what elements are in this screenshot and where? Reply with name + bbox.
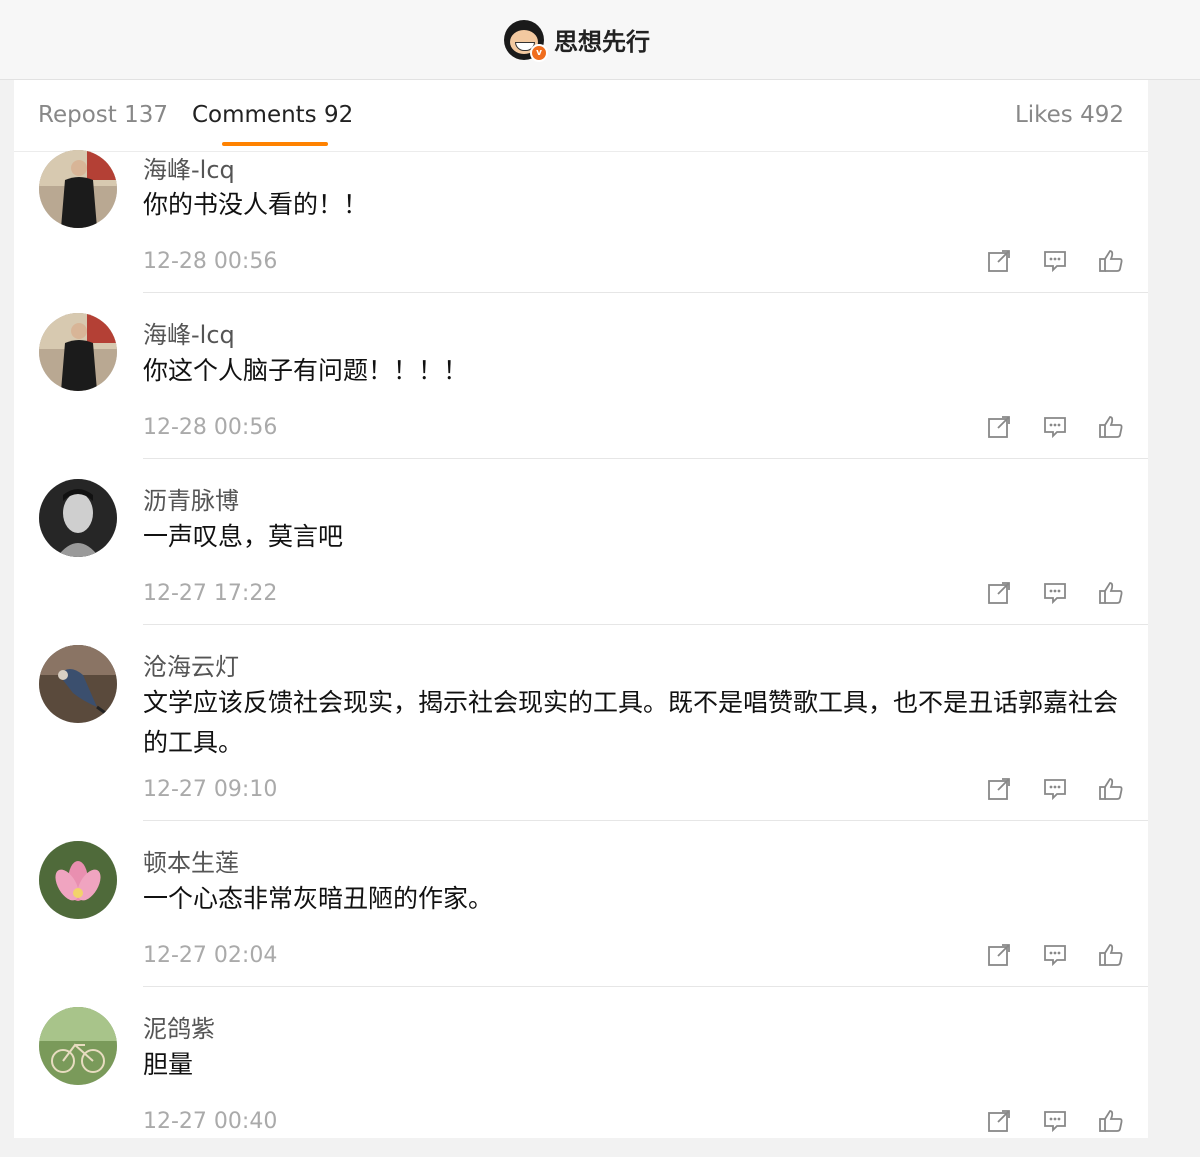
thumbs-up-icon[interactable] — [1098, 580, 1124, 606]
comment-time: 12-27 02:04 — [143, 943, 278, 968]
account-avatar[interactable]: v — [504, 19, 548, 62]
comment-text: 一个心态非常灰暗丑陋的作家。 — [143, 884, 494, 913]
comment-time: 12-27 17:22 — [143, 581, 278, 606]
share-icon[interactable] — [986, 580, 1012, 606]
thumbs-up-icon[interactable] — [1098, 776, 1124, 802]
comment-time: 12-28 00:56 — [143, 249, 278, 274]
share-icon[interactable] — [986, 1108, 1012, 1134]
comment-item: 沧海云灯 文学应该反馈社会现实，揭示社会现实的工具。既不是唱赞歌工具，也不是丑话… — [14, 625, 1148, 821]
comment-item: 顿本生莲 一个心态非常灰暗丑陋的作家。 12-27 02:04 — [14, 821, 1148, 987]
comment-time: 12-27 00:40 — [143, 1109, 278, 1134]
share-icon[interactable] — [986, 414, 1012, 440]
comment-actions — [956, 1108, 1124, 1134]
comment-actions — [956, 580, 1124, 606]
comment-item: 沥青脉博 一声叹息，莫言吧 12-27 17:22 — [14, 459, 1148, 625]
thumbs-up-icon[interactable] — [1098, 942, 1124, 968]
comment-item: 海峰-lcq 你的书没人看的！！ 12-28 00:56 — [14, 150, 1148, 293]
commenter-name[interactable]: 沥青脉博 — [143, 481, 239, 516]
share-icon[interactable] — [986, 942, 1012, 968]
comment-actions — [956, 776, 1124, 802]
lotus-flower-avatar — [39, 841, 117, 919]
comment-icon[interactable] — [1042, 942, 1068, 968]
comment-item: 海峰-lcq 你这个人脑子有问题！！！！ 12-28 00:56 — [14, 293, 1148, 459]
bicycle-in-garden-avatar — [39, 1007, 117, 1085]
avatar[interactable] — [39, 313, 117, 391]
bw-portrait-avatar — [39, 479, 117, 557]
avatar[interactable] — [39, 645, 117, 723]
comment-list: 海峰-lcq 你的书没人看的！！ 12-28 00:56 海峰-lcq 你这个人… — [14, 150, 1148, 1138]
avatar[interactable] — [39, 841, 117, 919]
share-icon[interactable] — [986, 776, 1012, 802]
avatar[interactable] — [39, 479, 117, 557]
comment-icon[interactable] — [1042, 1108, 1068, 1134]
comment-time: 12-28 00:56 — [143, 415, 278, 440]
comment-icon[interactable] — [1042, 414, 1068, 440]
tab-comments[interactable]: Comments 92 — [192, 102, 353, 128]
thumbs-up-icon[interactable] — [1098, 1108, 1124, 1134]
comment-text: 胆量 — [143, 1050, 194, 1079]
commenter-name[interactable]: 泥鸽紫 — [143, 1009, 215, 1044]
commenter-name[interactable]: 海峰-lcq — [143, 315, 235, 350]
bottom-background — [0, 1138, 1200, 1157]
share-icon[interactable] — [986, 248, 1012, 274]
bird-avatar — [39, 645, 117, 723]
comment-icon[interactable] — [1042, 776, 1068, 802]
comment-text: 你这个人脑子有问题！！！！ — [143, 356, 469, 385]
avatar[interactable] — [39, 1007, 117, 1085]
account-name[interactable]: 思想先行 — [554, 22, 650, 57]
comment-time: 12-27 09:10 — [143, 777, 278, 802]
comment-icon[interactable] — [1042, 248, 1068, 274]
avatar[interactable] — [39, 150, 117, 228]
active-tab-indicator — [222, 142, 328, 146]
verified-badge-icon: v — [530, 43, 548, 62]
comment-item: 泥鸽紫 胆量 12-27 00:40 — [14, 987, 1148, 1138]
comment-text: 一声叹息，莫言吧 — [143, 522, 344, 551]
commenter-name[interactable]: 海峰-lcq — [143, 150, 235, 185]
comment-actions — [956, 942, 1124, 968]
comment-actions — [956, 414, 1124, 440]
comment-text: 你的书没人看的！！ — [143, 190, 369, 219]
tab-likes[interactable]: Likes 492 — [1015, 102, 1124, 128]
commenter-name[interactable]: 顿本生莲 — [143, 843, 239, 878]
comment-actions — [956, 248, 1124, 274]
comments-panel: Repost 137 Comments 92 Likes 492 海峰-lcq … — [14, 80, 1148, 1138]
thumbs-up-icon[interactable] — [1098, 414, 1124, 440]
comment-text: 文学应该反馈社会现实，揭示社会现实的工具。既不是唱赞歌工具，也不是丑话郭嘉社会的… — [143, 688, 1119, 757]
man-in-black-coat-avatar — [39, 150, 117, 228]
tab-repost[interactable]: Repost 137 — [38, 102, 168, 128]
thumbs-up-icon[interactable] — [1098, 248, 1124, 274]
top-bar: v 思想先行 — [0, 0, 1200, 80]
comment-icon[interactable] — [1042, 580, 1068, 606]
commenter-name[interactable]: 沧海云灯 — [143, 647, 239, 682]
man-in-black-coat-avatar — [39, 313, 117, 391]
tab-bar: Repost 137 Comments 92 Likes 492 — [14, 80, 1148, 152]
